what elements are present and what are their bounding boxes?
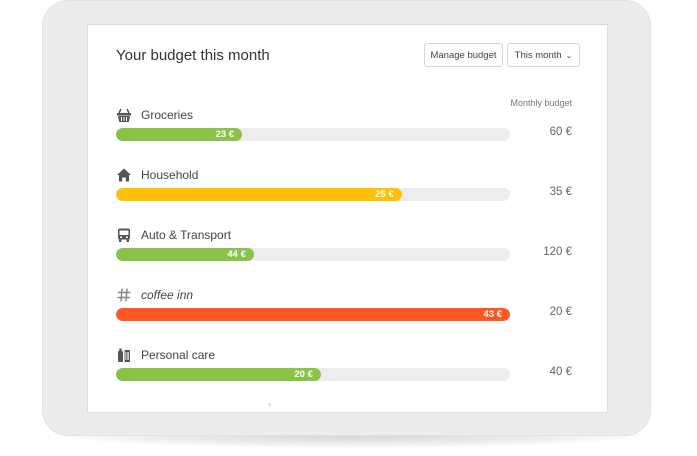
budget-row-groceries[interactable]: Groceries 23 € 60 € [88, 107, 609, 157]
budget-row-household[interactable]: Household 25 € 35 € [88, 167, 609, 217]
period-dropdown-label: This month [514, 49, 562, 61]
progress-track: 20 € [116, 368, 510, 381]
budget-amount: 120 € [543, 246, 572, 258]
category-label: Auto & Transport [141, 228, 232, 242]
category-label: Household [141, 168, 199, 182]
category-label: Groceries [141, 108, 194, 122]
spent-amount: 43 € [483, 309, 503, 320]
budget-row-coffee-inn[interactable]: coffee inn 43 € 20 € [88, 287, 609, 337]
budget-amount: 40 € [549, 366, 572, 378]
progress-track: 44 € [116, 248, 510, 261]
budget-amount: 60 € [549, 126, 572, 138]
spent-amount: 25 € [375, 189, 394, 200]
budget-row-personal-care[interactable]: Personal care 20 € 40 € [88, 347, 609, 397]
spent-amount: 20 € [294, 369, 313, 380]
manage-budget-button[interactable]: Manage budget [424, 43, 503, 67]
spent-amount: 44 € [227, 249, 246, 260]
basket-icon [116, 107, 132, 123]
category-label: coffee inn [141, 288, 194, 302]
divider-dot [268, 403, 271, 406]
progress-track: 43 € [116, 308, 510, 321]
progress-fill: 23 € [116, 128, 243, 141]
progress-fill: 43 € [116, 308, 510, 321]
chevron-down-icon: ⌄ [565, 50, 573, 60]
period-dropdown[interactable]: This month ⌄ [507, 43, 580, 67]
category-label: Personal care [141, 348, 216, 362]
budget-amount: 20 € [549, 306, 572, 318]
progress-fill: 20 € [116, 368, 321, 381]
progress-fill: 25 € [116, 188, 402, 201]
budget-panel: Your budget this month Manage budget Thi… [87, 24, 608, 413]
progress-track: 25 € [116, 188, 510, 201]
bus-icon [116, 227, 132, 243]
hashtag-icon [116, 287, 132, 303]
progress-fill: 44 € [116, 248, 254, 261]
budget-amount: 35 € [549, 186, 572, 198]
spent-amount: 23 € [215, 129, 235, 140]
toiletries-icon [116, 347, 132, 363]
budget-row-auto-transport[interactable]: Auto & Transport 44 € 120 € [88, 227, 609, 277]
progress-track: 23 € [116, 128, 510, 141]
house-icon [116, 167, 132, 183]
page-title: Your budget this month [116, 47, 270, 64]
